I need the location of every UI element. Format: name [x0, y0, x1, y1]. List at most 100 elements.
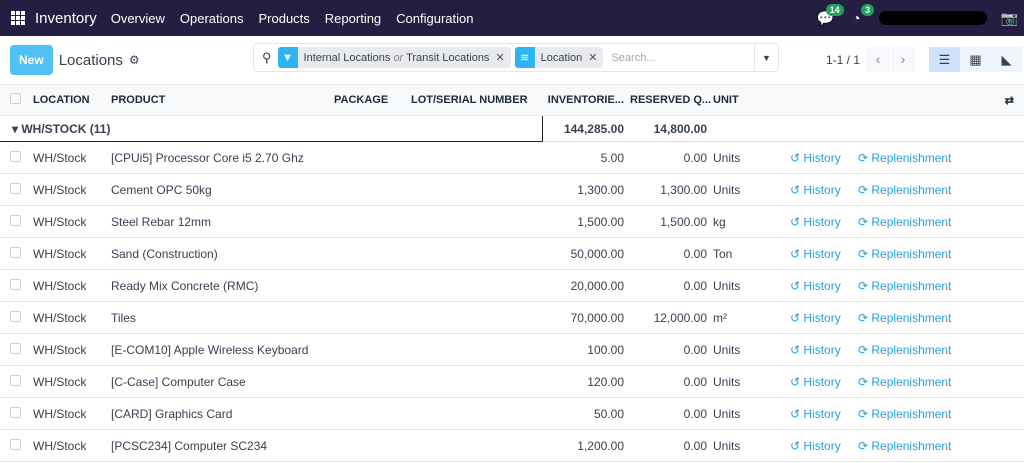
cell-inventoried[interactable]: 1,300.00	[542, 173, 630, 206]
pager-previous-button[interactable]: ‹	[866, 47, 890, 72]
select-all-checkbox[interactable]	[10, 93, 21, 104]
history-button[interactable]: ↺ History	[790, 301, 858, 334]
replenishment-button[interactable]: ⟳ Replenishment	[858, 173, 1024, 206]
row-checkbox[interactable]	[10, 406, 21, 418]
history-button[interactable]: ↺ History	[790, 397, 858, 430]
table-row[interactable]: WH/Stock Cement OPC 50kg 1,300.00 1,300.…	[0, 173, 1024, 206]
menu-products[interactable]: Products	[258, 11, 309, 26]
table-row[interactable]: WH/Stock [E-COM10] Apple Wireless Keyboa…	[0, 333, 1024, 366]
history-button[interactable]: ↺ History	[790, 141, 858, 174]
search-input[interactable]: Search...	[611, 52, 754, 64]
table-row[interactable]: WH/Stock [CARD] Graphics Card 50.00 0.00…	[0, 397, 1024, 430]
col-inventoried[interactable]: INVENTORIE...	[542, 84, 630, 116]
cell-reserved: 0.00	[630, 269, 713, 302]
group-row[interactable]: ▾ WH/STOCK (11) 144,285.00 14,800.00	[0, 115, 1024, 142]
app-brand[interactable]: Inventory	[35, 10, 97, 27]
table-row[interactable]: WH/Stock [CPUi5] Processor Core i5 2.70 …	[0, 141, 1024, 174]
col-package[interactable]: PACKAGE	[334, 84, 411, 116]
history-icon: ↺	[790, 214, 804, 229]
cell-inventoried[interactable]: 50,000.00	[542, 237, 630, 270]
history-label: History	[803, 278, 841, 293]
table-row[interactable]: WH/Stock Tiles 70,000.00 12,000.00 m² ↺ …	[0, 301, 1024, 334]
history-button[interactable]: ↺ History	[790, 429, 858, 462]
menu-reporting[interactable]: Reporting	[325, 11, 381, 26]
cell-product: [C-Case] Computer Case	[111, 365, 334, 398]
replenishment-button[interactable]: ⟳ Replenishment	[858, 397, 1024, 430]
messages-badge: 14	[825, 3, 844, 16]
graph-view-button[interactable]: ◣	[991, 47, 1022, 72]
pager-next-button[interactable]: ›	[891, 47, 915, 72]
cell-location: WH/Stock	[33, 333, 111, 366]
replenishment-button[interactable]: ⟳ Replenishment	[858, 301, 1024, 334]
history-label: History	[803, 438, 841, 453]
facet-text-2: Transit Locations	[406, 51, 490, 64]
history-button[interactable]: ↺ History	[790, 173, 858, 206]
cell-inventoried[interactable]: 70,000.00	[542, 301, 630, 334]
table-row[interactable]: WH/Stock Ready Mix Concrete (RMC) 20,000…	[0, 269, 1024, 302]
apps-menu-icon[interactable]	[11, 11, 25, 25]
menu-configuration[interactable]: Configuration	[396, 11, 473, 26]
history-button[interactable]: ↺ History	[790, 237, 858, 270]
cell-unit: Units	[713, 397, 790, 430]
replenishment-button[interactable]: ⟳ Replenishment	[858, 237, 1024, 270]
replenishment-button[interactable]: ⟳ Replenishment	[858, 141, 1024, 174]
table-row[interactable]: WH/Stock [PCSC234] Computer SC234 1,200.…	[0, 429, 1024, 462]
search-options-dropdown[interactable]: ▼	[754, 44, 778, 71]
messages-icon[interactable]: 💬 14	[817, 3, 844, 27]
cell-inventoried[interactable]: 5.00	[542, 141, 630, 174]
col-reserved[interactable]: RESERVED Q...	[630, 84, 713, 116]
new-button[interactable]: New	[10, 45, 53, 75]
row-checkbox[interactable]	[10, 278, 21, 290]
replenishment-button[interactable]: ⟳ Replenishment	[858, 269, 1024, 302]
row-checkbox[interactable]	[10, 182, 21, 194]
cell-product: [CARD] Graphics Card	[111, 397, 334, 430]
remove-facet-icon[interactable]: ✕	[495, 51, 510, 64]
history-button[interactable]: ↺ History	[790, 205, 858, 238]
col-lot[interactable]: LOT/SERIAL NUMBER	[411, 84, 542, 116]
table-row[interactable]: WH/Stock Sand (Construction) 50,000.00 0…	[0, 237, 1024, 270]
history-button[interactable]: ↺ History	[790, 269, 858, 302]
list-view-button[interactable]: ☰	[929, 47, 960, 72]
row-checkbox[interactable]	[10, 310, 21, 322]
row-checkbox[interactable]	[10, 374, 21, 386]
replenishment-button[interactable]: ⟳ Replenishment	[858, 429, 1024, 462]
table-row[interactable]: WH/Stock [C-Case] Computer Case 120.00 0…	[0, 365, 1024, 398]
cell-inventoried[interactable]: 120.00	[542, 365, 630, 398]
gear-icon[interactable]: ⚙	[129, 53, 140, 67]
col-product[interactable]: PRODUCT	[111, 84, 334, 116]
row-checkbox[interactable]	[10, 150, 21, 162]
remove-facet-icon[interactable]: ✕	[588, 51, 603, 64]
history-button[interactable]: ↺ History	[790, 333, 858, 366]
row-checkbox[interactable]	[10, 438, 21, 450]
menu-overview[interactable]: Overview	[111, 11, 165, 26]
row-checkbox[interactable]	[10, 342, 21, 354]
cell-inventoried[interactable]: 1,200.00	[542, 429, 630, 462]
replenishment-button[interactable]: ⟳ Replenishment	[858, 333, 1024, 366]
cell-unit: Units	[713, 365, 790, 398]
row-checkbox[interactable]	[10, 214, 21, 226]
top-navbar: Inventory Overview Operations Products R…	[0, 0, 1024, 36]
menu-operations[interactable]: Operations	[180, 11, 244, 26]
history-label: History	[803, 182, 841, 197]
cell-inventoried[interactable]: 1,500.00	[542, 205, 630, 238]
cell-product: Sand (Construction)	[111, 237, 334, 270]
history-button[interactable]: ↺ History	[790, 365, 858, 398]
row-checkbox[interactable]	[10, 246, 21, 258]
col-location[interactable]: LOCATION	[33, 84, 111, 116]
replenishment-button[interactable]: ⟳ Replenishment	[858, 365, 1024, 398]
replenishment-button[interactable]: ⟳ Replenishment	[858, 205, 1024, 238]
cell-location: WH/Stock	[33, 269, 111, 302]
history-icon: ↺	[790, 246, 804, 261]
col-unit[interactable]: UNIT	[713, 84, 790, 116]
table-row[interactable]: WH/Stock Steel Rebar 12mm 1,500.00 1,500…	[0, 205, 1024, 238]
cell-inventoried[interactable]: 20,000.00	[542, 269, 630, 302]
cell-location: WH/Stock	[33, 429, 111, 462]
pager-value[interactable]: 1-1 / 1	[826, 53, 860, 67]
cell-inventoried[interactable]: 50.00	[542, 397, 630, 430]
optional-columns-icon[interactable]: ⇄	[858, 84, 1024, 116]
cell-inventoried[interactable]: 100.00	[542, 333, 630, 366]
history-label: History	[803, 374, 841, 389]
user-avatar[interactable]: 📷	[1001, 10, 1018, 27]
pivot-view-button[interactable]: ▦	[960, 47, 991, 72]
activities-icon[interactable]: ◔ 3	[852, 4, 875, 26]
